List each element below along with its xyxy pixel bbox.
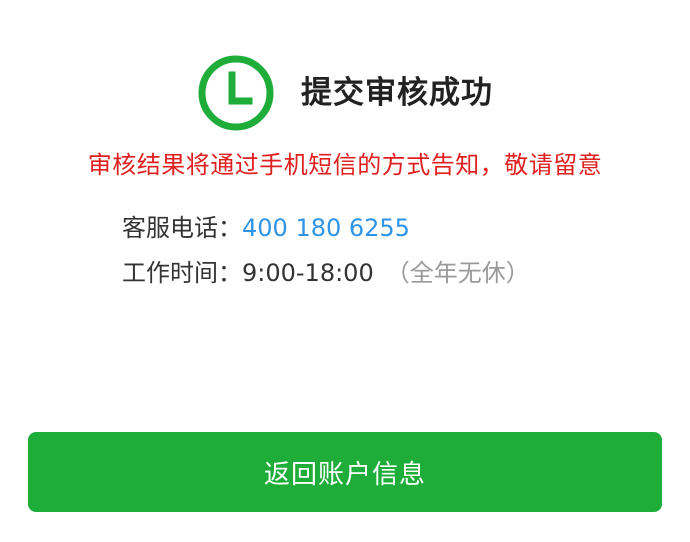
hours-value: 9:00-18:00 <box>242 259 374 287</box>
status-title: 提交审核成功 <box>301 75 493 111</box>
hours-row: 工作时间：9:00-18:00 （全年无休） <box>122 255 530 291</box>
phone-number-link[interactable]: 400 180 6255 <box>242 214 410 242</box>
hours-label: 工作时间： <box>122 259 242 287</box>
return-account-button[interactable]: 返回账户信息 <box>28 432 662 512</box>
clock-icon <box>198 55 274 131</box>
status-header: 提交审核成功 <box>0 54 690 132</box>
phone-label: 客服电话： <box>122 214 242 242</box>
hours-note: （全年无休） <box>385 259 530 287</box>
review-notice: 审核结果将通过手机短信的方式告知，敬请留意 <box>87 151 603 179</box>
phone-row: 客服电话：400 180 6255 <box>122 210 410 246</box>
